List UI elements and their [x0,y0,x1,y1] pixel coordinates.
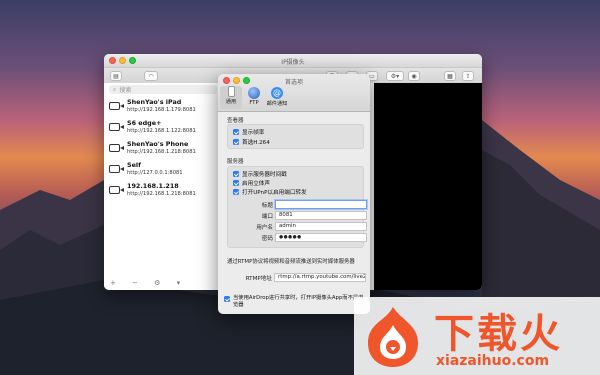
grid-icon: ▦ [447,72,453,80]
checkbox-checked-icon [224,296,230,302]
viewer-section-label: 查看器 [227,118,244,124]
at-icon: @ [271,87,283,99]
stereo-checkbox[interactable]: 启用立体声 [233,179,270,187]
checkbox-label: 启用立体声 [242,181,270,187]
checkbox-checked-icon [233,189,239,195]
wifi-icon: ◠ [148,72,154,80]
checkbox-label: 显示帧率 [242,130,265,136]
rtmp-description: 通过RTMP协议将视频和音频流推送到实时媒体服务器 [227,259,355,265]
prefer-h264-checkbox[interactable]: 首选H.264 [233,138,270,146]
server-group: 显示服务器时间戳 启用立体声 打开UPnP以启用端口转发 标题 端口 8081 … [227,166,367,248]
tab-email-label: 邮件通知 [266,101,288,107]
checkbox-label: 显示服务器时间戳 [242,172,287,178]
title-input[interactable] [275,200,367,209]
share-button[interactable]: ⇪ [462,71,474,81]
viewer-group: 显示帧率 首选H.264 [227,124,364,149]
device-sidebar: ⌕ 搜索 ShenYao's iPad http://192.168.1.179… [104,83,223,290]
device-name: Self [127,161,141,169]
video-camera-icon [109,186,124,194]
watermark-brand: 下载火 [434,311,563,357]
video-camera-icon [109,144,124,152]
rtmp-label: RTMP地址 [245,276,272,282]
server-section-label: 服务器 [227,159,244,165]
rtmp-input[interactable]: rtmp://a.rtmp.youtube.com/live2/x4 [274,273,366,282]
video-camera-icon [109,165,124,173]
device-item[interactable]: ShenYao's Phone http://192.168.1.218:808… [108,140,218,160]
phone-icon [227,86,235,97]
device-name: ShenYao's iPad [127,98,182,106]
password-field-row: 密码 ●●●●● [228,233,367,242]
checkbox-checked-icon [233,180,239,186]
username-field-row: 用户名 admin [228,222,367,231]
search-icon: ⌕ [113,85,117,93]
video-preview [374,83,482,290]
title-field-row: 标题 [228,200,367,209]
tab-general[interactable]: 通用 [220,86,242,109]
preferences-window: 首选项 通用 FTP @ 邮件通知 查看器 显示帧率 首选H.264 服务器 显… [218,74,370,314]
device-name: 192.168.1.218 [127,182,179,190]
port-input[interactable]: 8081 [275,211,367,220]
port-field-row: 端口 8081 [228,211,367,220]
server-timestamp-checkbox[interactable]: 显示服务器时间戳 [233,170,287,178]
tab-email-notify[interactable]: @ 邮件通知 [266,87,288,107]
password-input[interactable]: ●●●●● [275,233,367,242]
password-label: 密码 [261,236,273,242]
watermark: 下载火 xiazaihuo.com [354,297,600,375]
upnp-checkbox[interactable]: 打开UPnP以启用端口转发 [233,188,307,196]
checkbox-label: 当使用AirDrop进行共享时，打开IP摄像头App而不是浏览器 [233,295,364,308]
checkbox-checked-icon [233,171,239,177]
watermark-domain: xiazaihuo.com [436,353,550,369]
airdrop-checkbox[interactable]: 当使用AirDrop进行共享时，打开IP摄像头App而不是浏览器 [224,295,364,309]
device-item[interactable]: S6 edge+ http://192.168.1.122:8081 [108,119,218,139]
globe-icon [248,87,260,99]
device-url: http://192.168.1.122:8081 [127,128,196,134]
checkbox-label: 首选H.264 [242,140,270,146]
title-label: 标题 [261,203,273,209]
preferences-title: 首选项 [284,79,303,86]
show-fps-checkbox[interactable]: 显示帧率 [233,128,264,136]
gear-icon: ⚙▾ [390,72,400,80]
info-icon: ◉ [411,72,417,80]
checkbox-checked-icon [233,129,239,135]
info-button[interactable]: ◉ [408,71,420,81]
tab-ftp[interactable]: FTP [243,87,265,106]
device-url: http://192.168.1.218:8081 [127,191,196,197]
sidebar-icon: ▤ [113,72,119,80]
device-name: ShenYao's Phone [127,140,189,148]
device-url: http://192.168.1.179:8081 [127,107,196,113]
flame-logo-icon [368,307,418,367]
window-title: IP摄像头 [281,59,305,66]
checkbox-checked-icon [233,139,239,145]
device-item[interactable]: 192.168.1.218 http://192.168.1.218:8081 [108,182,218,202]
grid-button[interactable]: ▦ [444,71,456,81]
search-placeholder: 搜索 [119,87,132,94]
username-input[interactable]: admin [275,222,367,231]
main-titlebar: IP摄像头 [104,54,482,68]
toggle-sidebar-button[interactable]: ▤ [110,71,122,81]
device-item[interactable]: Self http://127.0.0.1:8081 [108,161,218,181]
tab-general-label: 通用 [225,99,237,105]
video-camera-icon [109,123,124,131]
sidebar-footer-controls[interactable]: + − ⚙ ▾ [110,279,187,287]
tab-ftp-label: FTP [249,100,259,106]
device-name: S6 edge+ [127,119,162,127]
port-label: 端口 [261,214,273,220]
record-icon: ▭ [369,72,375,80]
device-url: http://192.168.1.218:8081 [127,149,196,155]
search-input[interactable]: ⌕ 搜索 [109,85,217,94]
rtmp-field-row: RTMP地址 rtmp://a.rtmp.youtube.com/live2/x… [227,273,366,282]
wifi-button[interactable]: ◠ [144,71,158,81]
share-icon: ⇪ [465,72,471,80]
checkbox-label: 打开UPnP以启用端口转发 [242,190,307,196]
video-camera-icon [109,102,124,110]
device-url: http://127.0.0.1:8081 [127,170,183,176]
preferences-toolbar: 首选项 通用 FTP @ 邮件通知 [218,74,370,112]
settings-dropdown[interactable]: ⚙▾ [386,71,404,81]
username-label: 用户名 [256,225,273,231]
device-item[interactable]: ShenYao's iPad http://192.168.1.179:8081 [108,98,218,118]
